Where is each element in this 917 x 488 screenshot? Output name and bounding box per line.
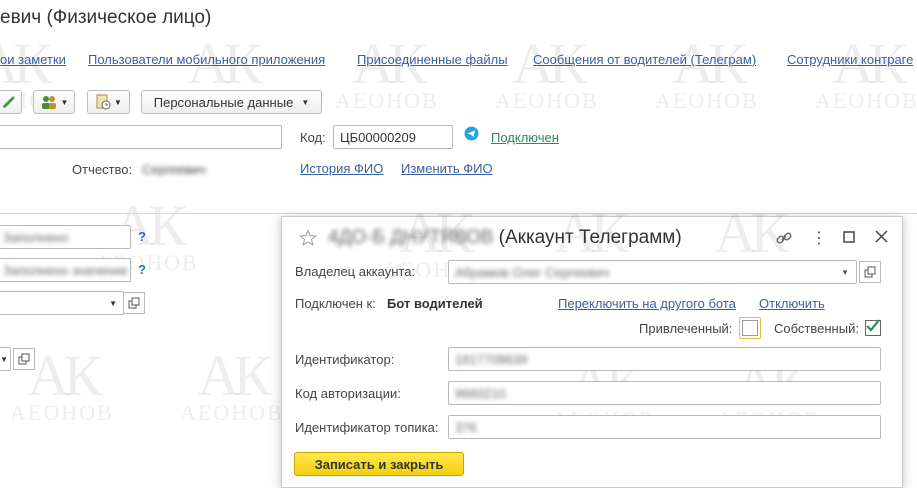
divider — [0, 213, 917, 214]
auth-code-label: Код авторизации: — [295, 386, 401, 401]
watermark: АКАЕОНОВ — [335, 31, 439, 113]
switch-bot-link[interactable]: Переключить на другого бота — [558, 296, 736, 311]
patronymic-value: Сергеевич — [142, 162, 206, 177]
users-menu-button[interactable]: ▼ — [33, 90, 75, 114]
left-select-2[interactable]: ▼ — [0, 347, 11, 371]
checkmark-icon — [866, 319, 880, 332]
chevron-down-icon: ▼ — [841, 267, 849, 277]
users-icon — [41, 96, 56, 109]
topic-id-field[interactable]: 376 — [448, 415, 881, 439]
telegram-status-link[interactable]: Подключен — [491, 130, 559, 145]
patronymic-label: Отчество: — [72, 162, 133, 177]
watermark: АКАЕОНОВ — [180, 343, 284, 425]
disconnect-link[interactable]: Отключить — [759, 296, 825, 311]
code-field[interactable]: ЦБ00000209 — [333, 125, 453, 149]
left-field-2[interactable]: Заполнено значение — [0, 258, 131, 282]
chevron-down-icon: ▼ — [0, 354, 8, 364]
link-icon[interactable] — [775, 229, 793, 247]
document-clock-icon — [96, 94, 111, 110]
open-icon[interactable] — [123, 292, 145, 314]
more-icon[interactable]: ⋮ — [811, 228, 827, 248]
fio-history-link[interactable]: История ФИО — [300, 161, 383, 176]
change-fio-link[interactable]: Изменить ФИО — [401, 161, 493, 176]
edit-button[interactable] — [0, 90, 22, 114]
own-label: Собственный: — [774, 321, 859, 336]
own-checkbox[interactable] — [865, 319, 881, 336]
owner-field[interactable]: Абрамов Олег Сергеевич ▼ — [448, 260, 857, 284]
left-field-1[interactable]: Заполнено — [0, 225, 131, 249]
nav-counterparty-staff[interactable]: Сотрудники контраге — [787, 52, 913, 67]
maximize-icon[interactable] — [843, 231, 855, 243]
topic-id-label: Идентификатор топика: — [295, 420, 439, 435]
attracted-checkbox[interactable] — [742, 320, 758, 336]
report-menu-button[interactable]: ▼ — [87, 90, 130, 114]
owner-label: Владелец аккаунта: — [295, 264, 416, 279]
close-icon[interactable] — [875, 230, 888, 243]
code-label: Код: — [300, 130, 326, 145]
personal-data-button[interactable]: Персональные данные ▼ — [141, 90, 322, 114]
nav-attached-files[interactable]: Присоединенные файлы — [357, 52, 508, 67]
nav-driver-messages[interactable]: Сообщения от водителей (Телеграм) — [533, 52, 756, 67]
name-field[interactable] — [0, 125, 282, 149]
open-owner-icon[interactable] — [859, 261, 881, 283]
chevron-down-icon: ▼ — [114, 97, 122, 107]
save-and-close-button[interactable]: Записать и закрыть — [294, 452, 464, 476]
chevron-down-icon: ▼ — [301, 97, 310, 107]
nav-mobile-users[interactable]: Пользователи мобильного приложения — [88, 52, 325, 67]
telegram-icon — [464, 126, 479, 141]
watermark: АКАЕОНОВ — [815, 31, 917, 113]
left-select-1[interactable]: ▼ — [0, 291, 124, 315]
connected-to-label: Подключен к: — [295, 296, 376, 311]
open-icon[interactable] — [13, 348, 35, 370]
watermark: АКАЕОНОВ — [655, 31, 759, 113]
watermark: АКАЕОНОВ — [495, 31, 599, 113]
help-icon[interactable]: ? — [138, 262, 146, 277]
attracted-checkbox-focus — [739, 317, 761, 339]
identifier-label: Идентификатор: — [295, 352, 395, 367]
pencil-icon — [3, 96, 15, 108]
identifier-field[interactable]: 1817708639 — [448, 347, 881, 371]
chevron-down-icon: ▼ — [109, 298, 117, 308]
help-icon[interactable]: ? — [138, 229, 146, 244]
star-icon[interactable] — [299, 229, 317, 247]
dialog-title: 4ДО-Б ДНУТЯВОВ (Аккаунт Телеграмм) — [328, 227, 682, 248]
nav-notes[interactable]: ои заметки — [0, 52, 66, 67]
auth-code-field[interactable]: 9660210 — [448, 381, 881, 405]
chevron-down-icon: ▼ — [60, 97, 69, 107]
page-title: евич (Физическое лицо) — [0, 7, 212, 28]
telegram-account-dialog: АКАЕОНОВ АКАЕОНОВ АКАЕОНОВ АКАЕОНОВ АКАЕ… — [281, 204, 903, 488]
connected-to-value: Бот водителей — [387, 296, 483, 311]
attracted-label: Привлеченный: — [639, 321, 733, 336]
